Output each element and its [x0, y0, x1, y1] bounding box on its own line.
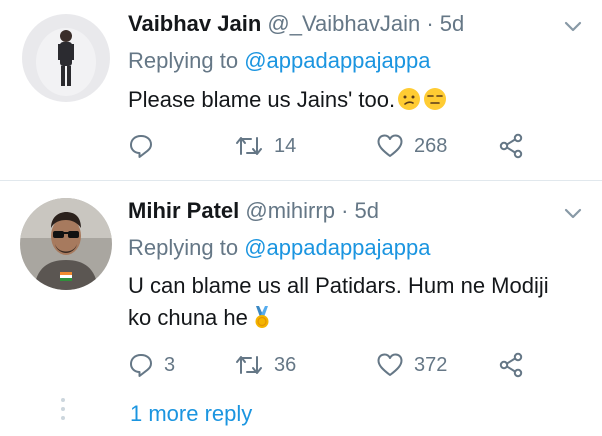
tweet-actions: 3 36 372 — [128, 351, 588, 379]
avatar[interactable] — [22, 14, 110, 102]
share-button[interactable] — [498, 132, 524, 160]
tweet-text-content: U can blame us all Patidars. Hum ne Modi… — [128, 273, 549, 330]
more-replies-link[interactable]: 1 more reply — [130, 400, 252, 428]
reply-count: 3 — [164, 353, 176, 376]
user-handle[interactable]: @mihirrp — [245, 198, 335, 223]
like-button[interactable]: 268 — [376, 132, 447, 160]
retweet-icon — [236, 356, 262, 374]
display-name[interactable]: Vaibhav Jain — [128, 11, 261, 36]
replying-to-mention[interactable]: @appadappajappa — [244, 48, 430, 73]
timestamp[interactable]: 5d — [440, 11, 464, 36]
share-icon — [499, 352, 523, 378]
chevron-down-icon[interactable] — [563, 20, 583, 34]
tweet-text: U can blame us all Patidars. Hum ne Modi… — [128, 270, 568, 334]
user-handle[interactable]: @_VaibhavJain — [267, 11, 420, 36]
tweet-actions: 14 268 — [128, 132, 588, 160]
separator-dot: · — [341, 198, 349, 223]
replying-to-line: Replying to @appadappajappa — [128, 47, 430, 75]
replying-to-mention[interactable]: @appadappajappa — [244, 235, 430, 260]
tweet-text: Please blame us Jains' too. — [128, 84, 568, 116]
heart-icon — [377, 134, 403, 157]
replying-to-line: Replying to @appadappajappa — [128, 234, 430, 262]
reply-icon — [130, 354, 152, 377]
replying-to-label: Replying to — [128, 48, 239, 73]
retweet-icon — [236, 137, 262, 155]
display-name[interactable]: Mihir Patel — [128, 198, 239, 223]
reply-button[interactable] — [128, 132, 164, 160]
retweet-button[interactable]: 36 — [234, 351, 296, 379]
retweet-count: 36 — [274, 353, 297, 376]
confused-face-emoji — [398, 88, 421, 110]
unamused-face-emoji — [424, 88, 447, 110]
tweet-header: Mihir Patel @mihirrp · 5d — [128, 197, 379, 225]
medal-emoji — [255, 306, 269, 328]
separator-dot: · — [426, 11, 434, 36]
reply-tweet[interactable]: Vaibhav Jain @_VaibhavJain · 5d Replying… — [0, 0, 602, 180]
avatar[interactable] — [20, 198, 112, 290]
tweet-text-content: Please blame us Jains' too. — [128, 87, 396, 112]
chevron-down-icon[interactable] — [563, 207, 583, 221]
reply-button[interactable]: 3 — [128, 351, 175, 379]
share-icon — [499, 133, 523, 159]
like-count: 268 — [414, 134, 448, 157]
tweet-header: Vaibhav Jain @_VaibhavJain · 5d — [128, 10, 464, 38]
heart-icon — [377, 353, 403, 376]
more-replies-row[interactable]: 1 more reply — [0, 394, 602, 436]
like-count: 372 — [414, 353, 448, 376]
timestamp[interactable]: 5d — [355, 198, 379, 223]
share-button[interactable] — [498, 351, 524, 379]
retweet-button[interactable]: 14 — [234, 132, 296, 160]
reply-tweet[interactable]: Mihir Patel @mihirrp · 5d Replying to @a… — [0, 181, 602, 379]
replying-to-label: Replying to — [128, 235, 239, 260]
reply-icon — [130, 135, 152, 158]
retweet-count: 14 — [274, 134, 297, 157]
thread-dots-icon — [61, 396, 65, 426]
like-button[interactable]: 372 — [376, 351, 447, 379]
